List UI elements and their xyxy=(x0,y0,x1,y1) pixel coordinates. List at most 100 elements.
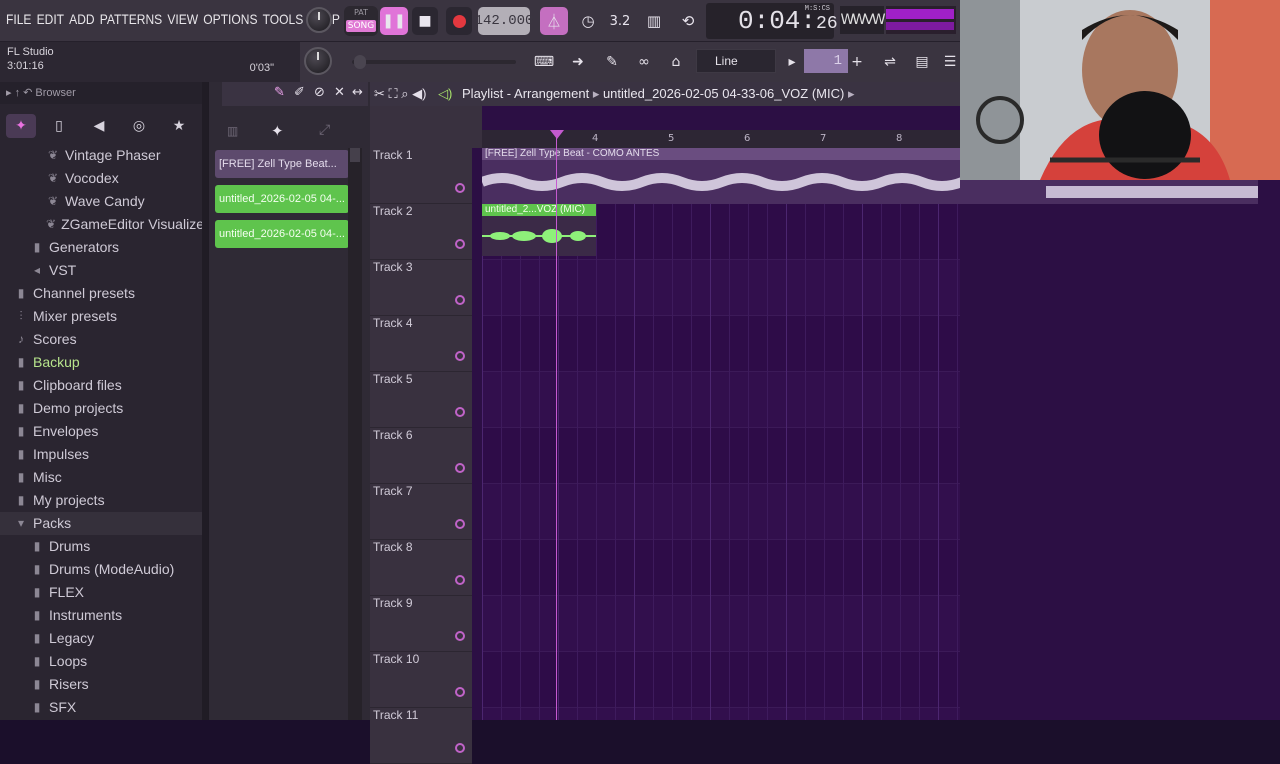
browser-item-vocodex[interactable]: ❦ Vocodex xyxy=(0,167,208,190)
track-header[interactable]: Track 1 xyxy=(370,148,472,204)
track-mute-icon[interactable] xyxy=(455,407,465,417)
track-header[interactable]: Track 11 xyxy=(370,708,472,764)
browser-item-vintage-phaser[interactable]: ❦ Vintage Phaser xyxy=(0,144,208,167)
track-header[interactable]: Track 9 xyxy=(370,596,472,652)
audio-icon[interactable]: ✦ xyxy=(271,122,284,140)
track-mute-icon[interactable] xyxy=(455,351,465,361)
files-tab[interactable]: ▯ xyxy=(44,114,74,138)
time-display[interactable]: 0:04:26 M:S:CS xyxy=(706,3,838,39)
wait-for-input-button[interactable]: ◷ xyxy=(574,7,602,35)
mute-tool-icon[interactable]: ✕ xyxy=(334,85,345,100)
menu-options[interactable]: OPTIONS xyxy=(203,11,257,27)
track-mute-icon[interactable] xyxy=(455,239,465,249)
track-header[interactable]: Track 5 xyxy=(370,372,472,428)
track-mute-icon[interactable] xyxy=(455,687,465,697)
browser-item-mixer-presets[interactable]: ⫶ Mixer presets xyxy=(0,305,208,328)
piano-roll-button[interactable]: ✎ xyxy=(598,49,626,75)
automation-icon[interactable]: ⤢ xyxy=(319,122,330,138)
track-header[interactable]: Track 10 xyxy=(370,652,472,708)
picker-scrollbar[interactable] xyxy=(348,148,362,720)
track-header[interactable]: Track 7 xyxy=(370,484,472,540)
browser-item-loops[interactable]: ▮ Loops xyxy=(0,650,208,673)
track-mute-icon[interactable] xyxy=(455,575,465,585)
browser-item-wave-candy[interactable]: ❦ Wave Candy xyxy=(0,190,208,213)
favorites-tab[interactable]: ★ xyxy=(164,114,194,138)
nav-arrows-icon[interactable]: ▸ ↑ ↶ xyxy=(6,87,35,99)
browser-item-vst[interactable]: ◂ VST xyxy=(0,259,208,282)
picker-clip[interactable]: [FREE] Zell Type Beat... xyxy=(215,150,349,178)
track-header[interactable]: Track 8 xyxy=(370,540,472,596)
track-header[interactable]: Track 2 xyxy=(370,204,472,260)
browser-item-scores[interactable]: ♪ Scores xyxy=(0,328,208,351)
playlist-button[interactable]: ⌨ xyxy=(530,49,558,75)
picker-scroll-thumb[interactable] xyxy=(350,148,360,162)
browser-item-drums[interactable]: ▮ Drums xyxy=(0,535,208,558)
menu-tools[interactable]: TOOLS xyxy=(263,11,304,27)
paint-tool-icon[interactable]: ✐ xyxy=(294,85,305,100)
browser-item-backup[interactable]: ▮ Backup xyxy=(0,351,208,374)
browser-item-channel-presets[interactable]: ▮ Channel presets xyxy=(0,282,208,305)
track-mute-icon[interactable] xyxy=(455,631,465,641)
browser-item-my-projects[interactable]: ▮ My projects xyxy=(0,489,208,512)
menu-add[interactable]: ADD xyxy=(69,11,94,27)
browser-item-envelopes[interactable]: ▮ Envelopes xyxy=(0,420,208,443)
browser-item-flex[interactable]: ▮ FLEX xyxy=(0,581,208,604)
track-header[interactable]: Track 6 xyxy=(370,428,472,484)
metronome-button[interactable]: ⏃ xyxy=(540,7,568,35)
browser-item-legacy[interactable]: ▮ Legacy xyxy=(0,627,208,650)
track-mute-icon[interactable] xyxy=(455,295,465,305)
browser-item-demo-projects[interactable]: ▮ Demo projects xyxy=(0,397,208,420)
channel-rack-button[interactable]: ➜ xyxy=(564,49,592,75)
record-button[interactable] xyxy=(446,7,472,35)
browser-item-drums-modeaudio[interactable]: ▮ Drums (ModeAudio) xyxy=(0,558,208,581)
playhead-marker[interactable] xyxy=(556,132,557,720)
countdown-button[interactable]: 3.2 xyxy=(606,7,634,35)
link-button[interactable]: ∞ xyxy=(630,49,658,75)
song-position-slider[interactable] xyxy=(352,55,516,69)
browser-item-packs[interactable]: ▾ Packs xyxy=(0,512,208,535)
pattern-selector[interactable]: 1 xyxy=(804,49,848,73)
picker-clip[interactable]: untitled_2026-02-05 04-... xyxy=(215,220,349,248)
mixer-button[interactable]: ⇌ xyxy=(876,49,904,75)
slice-tool-icon[interactable]: ✂ ⛶ ⌕ ◀) xyxy=(374,86,426,101)
draw-tool-icon[interactable]: ✎ xyxy=(274,85,285,100)
master-pitch-knob[interactable] xyxy=(304,47,332,75)
track-mute-icon[interactable] xyxy=(455,183,465,193)
playhead-triangle-icon[interactable] xyxy=(550,130,564,139)
menu-edit[interactable]: EDIT xyxy=(37,11,64,27)
browser-item-misc[interactable]: ▮ Misc xyxy=(0,466,208,489)
audio-clip-voice[interactable]: untitled_2...VOZ (MIC) xyxy=(482,204,596,256)
slip-tool-icon[interactable]: ↔ xyxy=(352,85,363,100)
menu-button[interactable]: ☰ xyxy=(940,49,960,75)
track-header[interactable]: Track 4 xyxy=(370,316,472,372)
picker-clip[interactable]: untitled_2026-02-05 04-... xyxy=(215,185,349,213)
stop-button[interactable]: ■ xyxy=(412,7,438,35)
pat-song-toggle[interactable]: PAT SONG xyxy=(344,6,378,36)
track-mute-icon[interactable] xyxy=(455,519,465,529)
all-tab[interactable]: ✦ xyxy=(6,114,36,138)
track-mute-icon[interactable] xyxy=(455,743,465,753)
online-tab[interactable]: ◎ xyxy=(124,114,154,138)
menu-patterns[interactable]: PATTERNS xyxy=(100,11,162,27)
browser-item-sfx[interactable]: ▮ SFX xyxy=(0,696,208,719)
browser-item-risers[interactable]: ▮ Risers xyxy=(0,673,208,696)
plugin-database-button[interactable]: ⌂ xyxy=(662,49,690,75)
browser-item-impulses[interactable]: ▮ Impulses xyxy=(0,443,208,466)
slider-handle[interactable] xyxy=(354,55,366,69)
step-edit-button[interactable]: ▥ xyxy=(640,7,668,35)
browser-item-generators[interactable]: ▮ Generators xyxy=(0,236,208,259)
track-header[interactable]: Track 3 xyxy=(370,260,472,316)
browser-item-clipboard-files[interactable]: ▮ Clipboard files xyxy=(0,374,208,397)
browser-item-zgameeditor-visualizer[interactable]: ❦ ZGameEditor Visualizer xyxy=(0,213,209,236)
track-mute-icon[interactable] xyxy=(455,463,465,473)
snap-selector[interactable]: Line xyxy=(696,49,776,73)
channel-button[interactable]: ▤ xyxy=(908,49,936,75)
master-volume-knob[interactable] xyxy=(306,7,332,33)
menu-view[interactable]: VIEW xyxy=(167,11,198,27)
play-pause-button[interactable]: ❚❚ xyxy=(380,7,408,35)
tempo-display[interactable]: 142.000 xyxy=(475,7,533,35)
browser-item-instruments[interactable]: ▮ Instruments xyxy=(0,604,208,627)
loop-record-button[interactable]: ⟲ xyxy=(674,7,702,35)
add-pattern-button[interactable]: + xyxy=(848,49,866,75)
menu-file[interactable]: FILE xyxy=(6,11,31,27)
